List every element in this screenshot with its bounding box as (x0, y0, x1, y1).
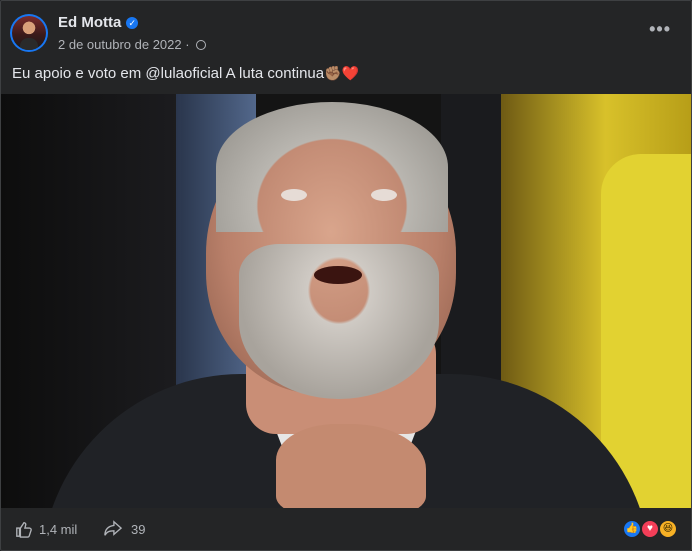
like-reaction-icon: 👍 (623, 520, 641, 538)
post-body: Eu apoio e voto em @lulaoficial A luta c… (12, 65, 325, 82)
like-action[interactable]: 1,4 mil (15, 520, 77, 538)
photo-eye-right (371, 189, 397, 201)
love-reaction-icon: ♥ (641, 520, 659, 538)
likes-count: 1,4 mil (39, 522, 78, 537)
thumbs-up-icon (16, 522, 32, 538)
post-text: Eu apoio e voto em @lulaoficial A luta c… (12, 65, 359, 82)
photo-background-yellow-figure (601, 154, 691, 508)
more-options-icon[interactable]: ••• (649, 19, 671, 40)
globe-icon (196, 40, 207, 50)
haha-reaction-icon: 😆 (659, 520, 677, 538)
post-header: Ed Motta ✓ 2 de outubro de 2022 · ••• (1, 1, 691, 61)
author-block: Ed Motta ✓ (58, 14, 139, 31)
photo-eye-left (281, 189, 307, 201)
share-arrow-icon (104, 520, 123, 536)
post-photo[interactable] (1, 94, 691, 508)
post-emojis: ✊🏽❤️ (324, 65, 359, 81)
verified-badge-icon: ✓ (126, 17, 139, 29)
author-name[interactable]: Ed Motta (58, 14, 121, 31)
post-card: Ed Motta ✓ 2 de outubro de 2022 · ••• Eu … (0, 0, 692, 551)
photo-hand (276, 424, 426, 508)
share-action[interactable]: 39 (103, 520, 145, 538)
photo-hair (216, 102, 448, 232)
shares-count: 39 (131, 522, 146, 537)
post-meta: 2 de outubro de 2022 · (58, 37, 207, 52)
post-date[interactable]: 2 de outubro de 2022 (58, 37, 182, 52)
reactions-summary[interactable]: 👍 ♥ 😆 (621, 520, 677, 538)
post-footer: 1,4 mil 39 👍 ♥ 😆 (1, 508, 691, 550)
author-avatar[interactable] (10, 14, 48, 52)
photo-mouth (314, 266, 362, 284)
avatar-photo (12, 16, 46, 50)
